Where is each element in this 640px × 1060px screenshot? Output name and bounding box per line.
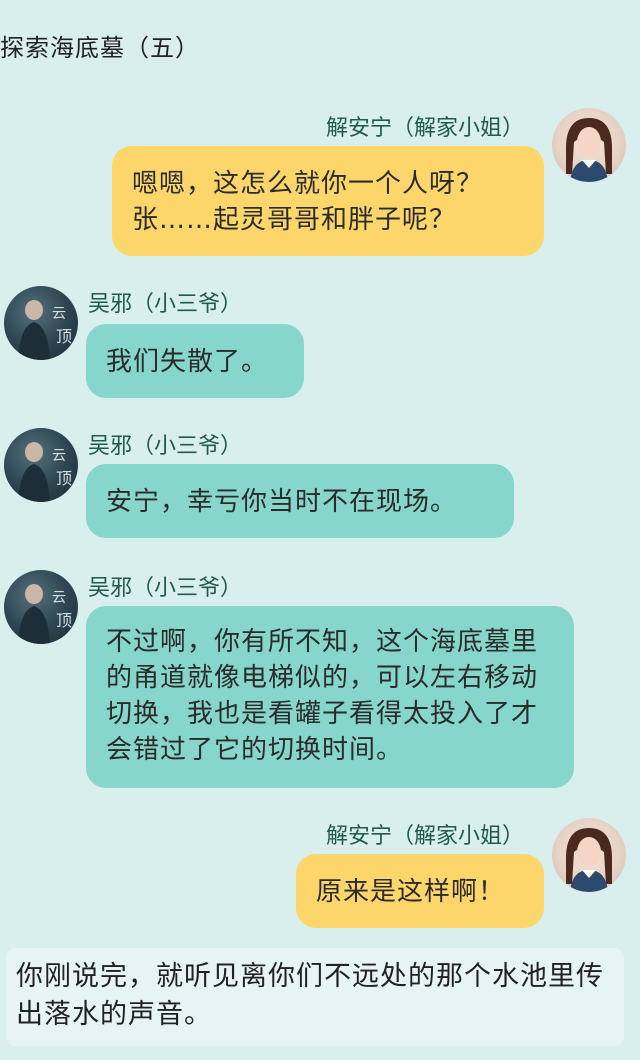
speaker-name: 解安宁（解家小姐） xyxy=(326,116,525,141)
message-bubble: 原来是这样啊！ xyxy=(296,854,544,928)
message-bubble: 嗯嗯，这怎么就你一个人呀？张……起灵哥哥和胖子呢？ xyxy=(112,146,544,256)
page-title: 探索海底墓（五） xyxy=(0,34,200,62)
avatar-wu-xie[interactable]: 云 顶 xyxy=(4,570,78,644)
speaker-name: 解安宁（解家小姐） xyxy=(326,824,525,849)
message-bubble: 不过啊，你有所不知，这个海底墓里的甬道就像电梯似的，可以左右移动切换，我也是看罐… xyxy=(86,606,574,788)
avatar-wu-xie[interactable]: 云 顶 xyxy=(4,428,78,502)
svg-text:顶: 顶 xyxy=(56,469,72,488)
speaker-name: 吴邪（小三爷） xyxy=(88,292,243,317)
speaker-name: 吴邪（小三爷） xyxy=(88,576,243,601)
svg-text:顶: 顶 xyxy=(56,611,72,630)
svg-text:云: 云 xyxy=(52,306,66,322)
avatar-xie-anning[interactable] xyxy=(552,818,626,892)
avatar-xie-anning[interactable] xyxy=(552,108,626,182)
svg-text:云: 云 xyxy=(52,448,66,464)
narration-text: 你刚说完，就听见离你们不远处的那个水池里传出落水的声音。 xyxy=(6,948,624,1046)
message-bubble: 我们失散了。 xyxy=(86,324,304,398)
svg-text:顶: 顶 xyxy=(56,327,72,346)
svg-text:云: 云 xyxy=(52,590,66,606)
message-bubble: 安宁，幸亏你当时不在现场。 xyxy=(86,464,514,538)
speaker-name: 吴邪（小三爷） xyxy=(88,434,243,459)
avatar-wu-xie[interactable]: 云 顶 xyxy=(4,286,78,360)
